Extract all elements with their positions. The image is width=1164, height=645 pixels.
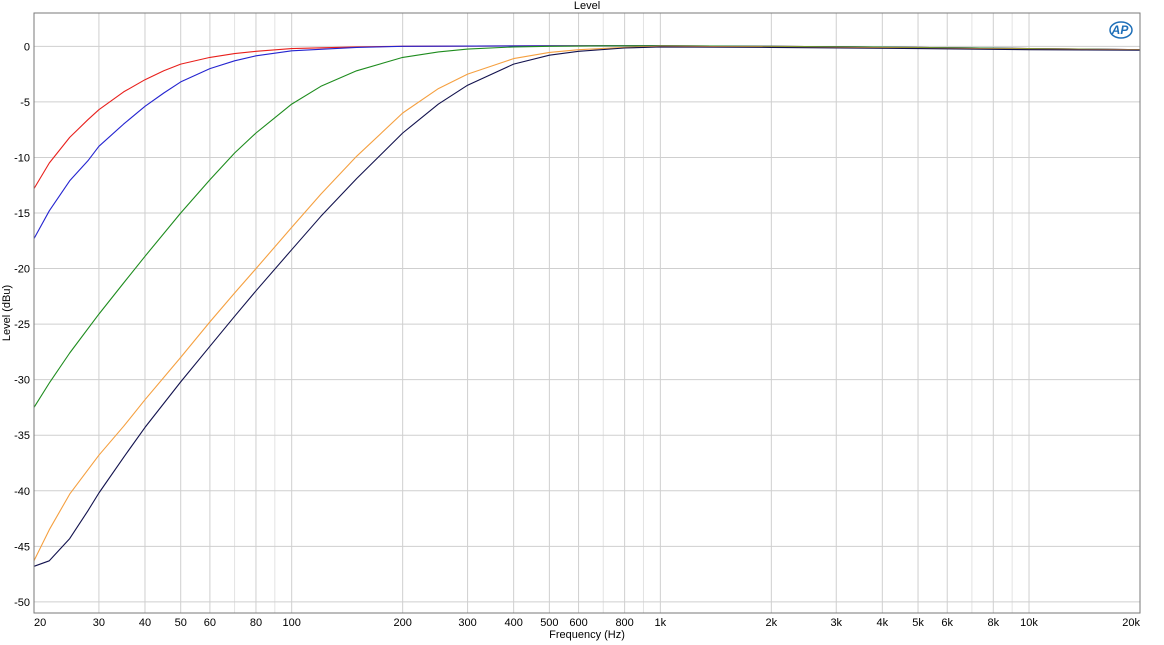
x-tick-label: 80 xyxy=(250,617,262,629)
x-tick-label: 50 xyxy=(175,617,187,629)
x-tick-label: 5k xyxy=(912,617,924,629)
x-tick-label: 40 xyxy=(139,617,151,629)
y-tick-label: -35 xyxy=(14,430,30,442)
x-tick-label: 20 xyxy=(34,617,46,629)
y-tick-label: -40 xyxy=(14,486,30,498)
x-tick-label: 400 xyxy=(504,617,522,629)
x-tick-label: 6k xyxy=(941,617,953,629)
chart-background xyxy=(0,0,1164,645)
y-tick-label: -25 xyxy=(14,319,30,331)
x-tick-label: 3k xyxy=(830,617,842,629)
y-tick-label: -20 xyxy=(14,264,30,276)
x-tick-label: 600 xyxy=(569,617,587,629)
y-tick-label: -10 xyxy=(14,152,30,164)
x-tick-label: 4k xyxy=(877,617,889,629)
x-tick-label: 300 xyxy=(458,617,476,629)
x-tick-label: 2k xyxy=(766,617,778,629)
x-tick-label: 200 xyxy=(393,617,411,629)
y-tick-label: -50 xyxy=(14,597,30,609)
ap-logo-text: AP xyxy=(1111,23,1130,37)
y-axis-label: Level (dBu) xyxy=(1,285,13,341)
y-tick-label: -5 xyxy=(20,97,30,109)
y-tick-label: 0 xyxy=(24,41,30,53)
x-tick-label: 1k xyxy=(655,617,667,629)
x-tick-label: 20k xyxy=(1122,617,1140,629)
x-tick-label: 100 xyxy=(283,617,301,629)
y-tick-label: -30 xyxy=(14,375,30,387)
x-tick-label: 800 xyxy=(615,617,633,629)
y-tick-label: -15 xyxy=(14,208,30,220)
x-tick-label: 8k xyxy=(987,617,999,629)
x-tick-label: 60 xyxy=(204,617,216,629)
level-chart: Level 20 30 40 50 60 80 100 200 300 400 500 600 800 1… xyxy=(0,0,1164,645)
x-tick-label: 10k xyxy=(1020,617,1038,629)
chart-title: Level xyxy=(574,0,600,12)
x-tick-label: 500 xyxy=(540,617,558,629)
x-tick-label: 30 xyxy=(93,617,105,629)
y-tick-label: -45 xyxy=(14,541,30,553)
x-axis-label: Frequency (Hz) xyxy=(549,629,625,641)
